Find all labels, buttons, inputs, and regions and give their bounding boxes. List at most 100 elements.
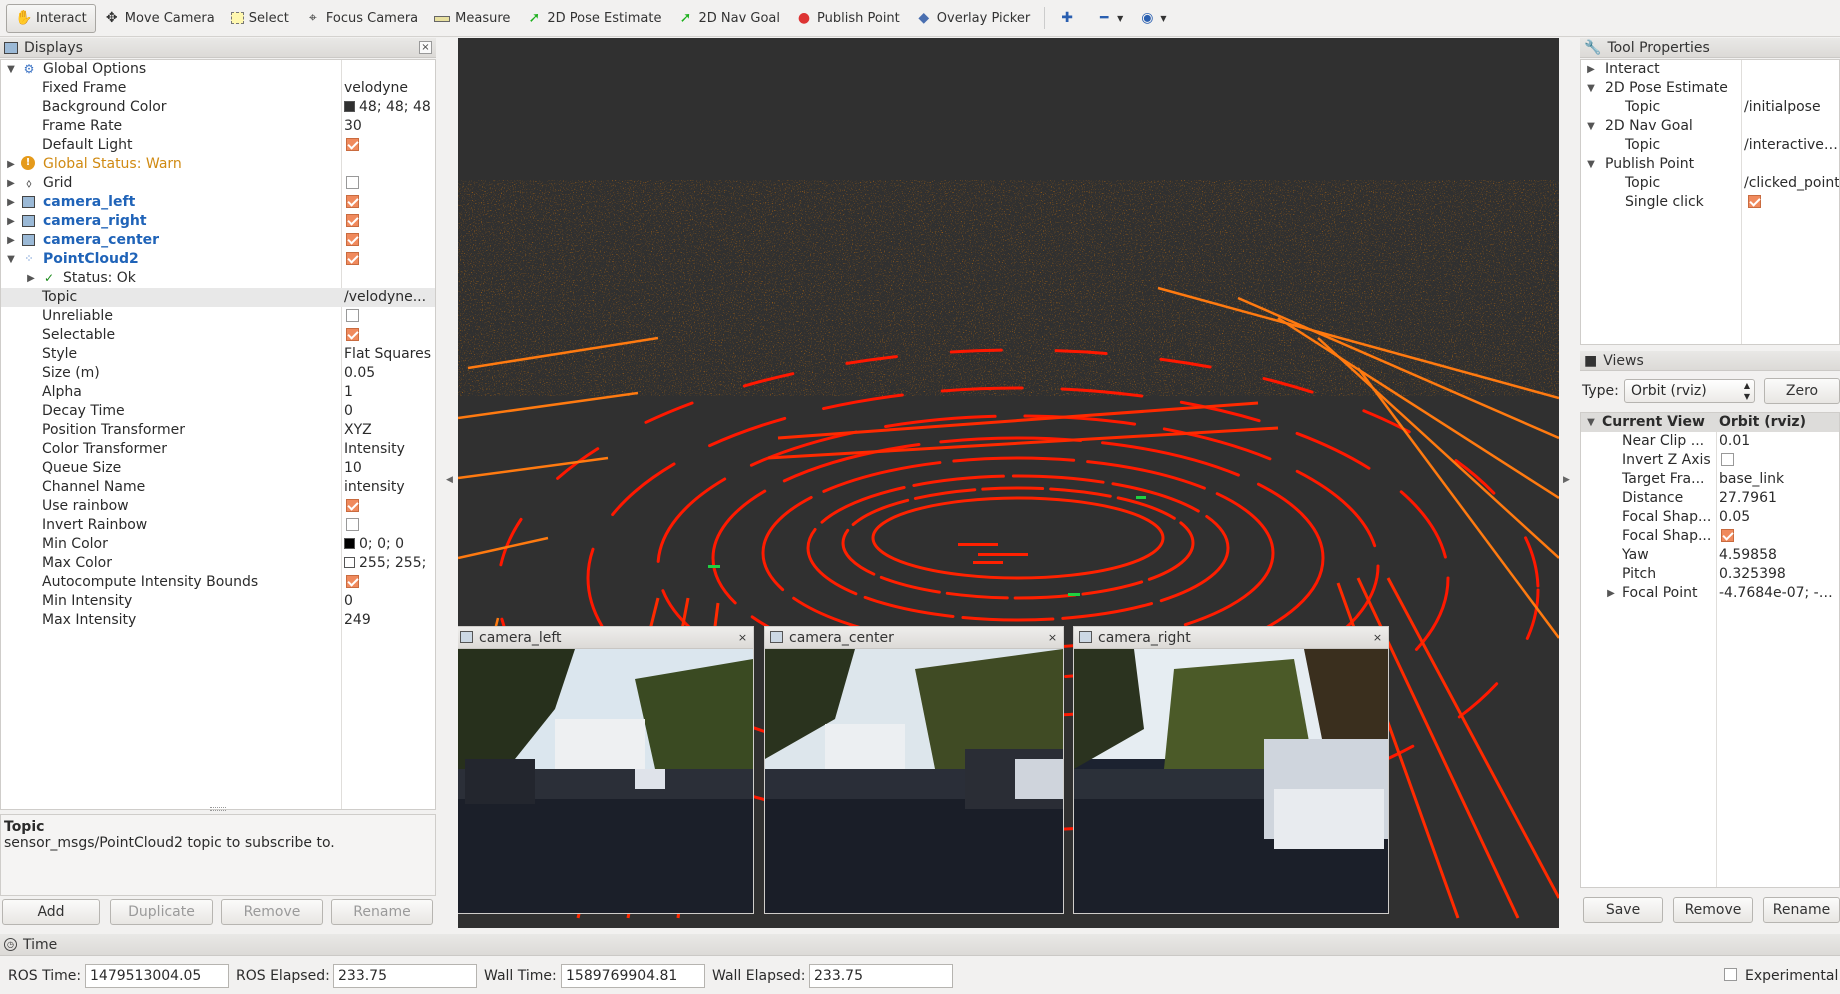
views-row-invert-z[interactable]: Invert Z Axis xyxy=(1581,451,1839,470)
close-icon[interactable]: × xyxy=(1371,631,1384,644)
expand-arrow-icon[interactable]: ▶ xyxy=(25,269,37,288)
expand-arrow-icon[interactable]: ▶ xyxy=(5,155,17,174)
right-collapse-handle[interactable]: ▶ xyxy=(1563,475,1570,485)
views-row-target-frame[interactable]: Target Fra... base_link xyxy=(1581,470,1839,489)
tree-row-autocompute[interactable]: Autocompute Intensity Bounds xyxy=(1,573,435,592)
views-row-near-clip[interactable]: Near Clip ... 0.01 xyxy=(1581,432,1839,451)
fixed-frame-value[interactable]: velodyne xyxy=(344,79,434,98)
tree-row-background-color[interactable]: Background Color 48; 48; 48 xyxy=(1,98,435,117)
grid-checkbox[interactable] xyxy=(346,175,359,189)
view-options-button[interactable]: ◉ ▼ xyxy=(1131,4,1174,33)
focal-point-value[interactable]: -4.7684e-07; -1.9... xyxy=(1719,584,1839,603)
default-light-checkbox[interactable] xyxy=(346,137,359,151)
tree-row-grid[interactable]: ▶ ⬨ Grid xyxy=(1,174,435,193)
experimental-checkbox[interactable] xyxy=(1724,968,1737,981)
zero-view-button[interactable]: Zero xyxy=(1764,378,1840,404)
selectable-checkbox[interactable] xyxy=(346,327,359,341)
tree-row-camera-left[interactable]: ▶ camera_left xyxy=(1,193,435,212)
rename-display-button[interactable]: Rename xyxy=(331,899,433,925)
expand-arrow-icon[interactable]: ▶ xyxy=(5,174,17,193)
add-tool-button[interactable]: ✚ xyxy=(1051,4,1088,33)
pitch-value[interactable]: 0.325398 xyxy=(1719,565,1839,584)
tool-row-single-click[interactable]: Single click xyxy=(1581,193,1839,212)
wall-elapsed-field[interactable]: 233.75 xyxy=(809,964,953,988)
color-transformer-value[interactable]: Intensity xyxy=(344,440,434,459)
tree-row-max-intensity[interactable]: Max Intensity 249 xyxy=(1,611,435,630)
render-viewport[interactable]: camera_left × camera_center × camera_rig… xyxy=(458,38,1559,928)
queue-size-value[interactable]: 10 xyxy=(344,459,434,478)
tree-row-global-options[interactable]: ▼ ⚙ Global Options xyxy=(1,60,435,79)
views-row-current-view[interactable]: ▼ Current View Orbit (rviz) xyxy=(1581,413,1839,432)
tree-row-min-color[interactable]: Min Color 0; 0; 0 xyxy=(1,535,435,554)
tree-row-use-rainbow[interactable]: Use rainbow xyxy=(1,497,435,516)
tool-row-pose-topic[interactable]: Topic/initialpose xyxy=(1581,98,1839,117)
background-color-value[interactable]: 48; 48; 48 xyxy=(344,98,435,117)
tree-row-camera-center[interactable]: ▶ camera_center xyxy=(1,231,435,250)
tree-row-max-color[interactable]: Max Color 255; 255; xyxy=(1,554,435,573)
min-intensity-value[interactable]: 0 xyxy=(344,592,434,611)
pose-topic-value[interactable]: /initialpose xyxy=(1744,98,1839,117)
expand-arrow-icon[interactable]: ▶ xyxy=(1605,584,1617,603)
views-row-distance[interactable]: Distance 27.7961 xyxy=(1581,489,1839,508)
tool-row-nav-topic[interactable]: Topic/interactive_... xyxy=(1581,136,1839,155)
tree-row-min-intensity[interactable]: Min Intensity 0 xyxy=(1,592,435,611)
tool-row-point-topic[interactable]: Topic/clicked_point xyxy=(1581,174,1839,193)
distance-value[interactable]: 27.7961 xyxy=(1719,489,1839,508)
expand-arrow-icon[interactable]: ▶ xyxy=(5,231,17,250)
views-row-yaw[interactable]: Yaw 4.59858 xyxy=(1581,546,1839,565)
focal-shape-fixed-checkbox[interactable] xyxy=(1721,528,1734,542)
remove-tool-button[interactable]: ━ ▼ xyxy=(1088,4,1131,33)
camera-center-window[interactable]: camera_center × xyxy=(764,626,1064,914)
views-row-focal-point[interactable]: ▶ Focal Point -4.7684e-07; -1.9... xyxy=(1581,584,1839,603)
tree-row-global-status[interactable]: ▶! Global Status: Warn xyxy=(1,155,435,174)
add-display-button[interactable]: Add xyxy=(2,899,100,925)
collapse-arrow-icon[interactable]: ▼ xyxy=(5,250,17,269)
collapse-arrow-icon[interactable]: ▼ xyxy=(1585,79,1597,98)
max-color-value[interactable]: 255; 255; xyxy=(344,554,435,573)
tool-row-pose-estimate[interactable]: ▼ 2D Pose Estimate xyxy=(1581,79,1839,98)
views-row-focal-shape-fixed[interactable]: Focal Shap... xyxy=(1581,527,1839,546)
collapse-arrow-icon[interactable]: ▼ xyxy=(5,60,17,79)
expand-arrow-icon[interactable]: ▶ xyxy=(5,193,17,212)
nav-goal-tool-button[interactable]: ➚ 2D Nav Goal xyxy=(669,4,788,33)
invert-z-checkbox[interactable] xyxy=(1721,452,1734,466)
camera-right-checkbox[interactable] xyxy=(346,213,359,227)
tree-row-queue-size[interactable]: Queue Size 10 xyxy=(1,459,435,478)
collapse-arrow-icon[interactable]: ▼ xyxy=(1585,117,1597,136)
yaw-value[interactable]: 4.59858 xyxy=(1719,546,1839,565)
left-collapse-handle[interactable]: ◀ xyxy=(446,475,453,485)
expand-arrow-icon[interactable]: ▶ xyxy=(1585,60,1597,79)
position-transformer-value[interactable]: XYZ xyxy=(344,421,434,440)
camera-left-window[interactable]: camera_left × xyxy=(458,626,754,914)
tree-row-alpha[interactable]: Alpha 1 xyxy=(1,383,435,402)
tree-row-topic[interactable]: Topic/velodyne... xyxy=(1,288,435,307)
size-value[interactable]: 0.05 xyxy=(344,364,434,383)
tree-row-decay-time[interactable]: Decay Time 0 xyxy=(1,402,435,421)
tree-row-status-ok[interactable]: ▶ ✓ Status: Ok xyxy=(1,269,435,288)
tree-row-unreliable[interactable]: Unreliable xyxy=(1,307,435,326)
collapse-arrow-icon[interactable]: ▼ xyxy=(1585,413,1597,432)
camera-center-checkbox[interactable] xyxy=(346,232,359,246)
decay-time-value[interactable]: 0 xyxy=(344,402,434,421)
tree-row-invert-rainbow[interactable]: Invert Rainbow xyxy=(1,516,435,535)
views-row-focal-shape-size[interactable]: Focal Shap... 0.05 xyxy=(1581,508,1839,527)
wall-time-field[interactable]: 1589769904.81 xyxy=(561,964,705,988)
point-topic-value[interactable]: /clicked_point xyxy=(1744,174,1839,193)
select-tool-button[interactable]: Select xyxy=(223,4,297,33)
tree-row-frame-rate[interactable]: Frame Rate 30 xyxy=(1,117,435,136)
camera-left-checkbox[interactable] xyxy=(346,194,359,208)
channel-name-value[interactable]: intensity xyxy=(344,478,434,497)
autocompute-checkbox[interactable] xyxy=(346,574,359,588)
move-camera-tool-button[interactable]: ✥ Move Camera xyxy=(96,4,223,33)
tree-row-default-light[interactable]: Default Light xyxy=(1,136,435,155)
focal-shape-size-value[interactable]: 0.05 xyxy=(1719,508,1839,527)
tool-row-nav-goal[interactable]: ▼ 2D Nav Goal xyxy=(1581,117,1839,136)
invert-rainbow-checkbox[interactable] xyxy=(346,517,359,531)
max-intensity-value[interactable]: 249 xyxy=(344,611,434,630)
single-click-checkbox[interactable] xyxy=(1748,194,1761,208)
ros-time-field[interactable]: 1479513004.05 xyxy=(85,964,229,988)
tool-row-publish-point[interactable]: ▼ Publish Point xyxy=(1581,155,1839,174)
tree-row-channel-name[interactable]: Channel Name intensity xyxy=(1,478,435,497)
rename-view-button[interactable]: Rename xyxy=(1763,897,1840,923)
frame-rate-value[interactable]: 30 xyxy=(344,117,434,136)
